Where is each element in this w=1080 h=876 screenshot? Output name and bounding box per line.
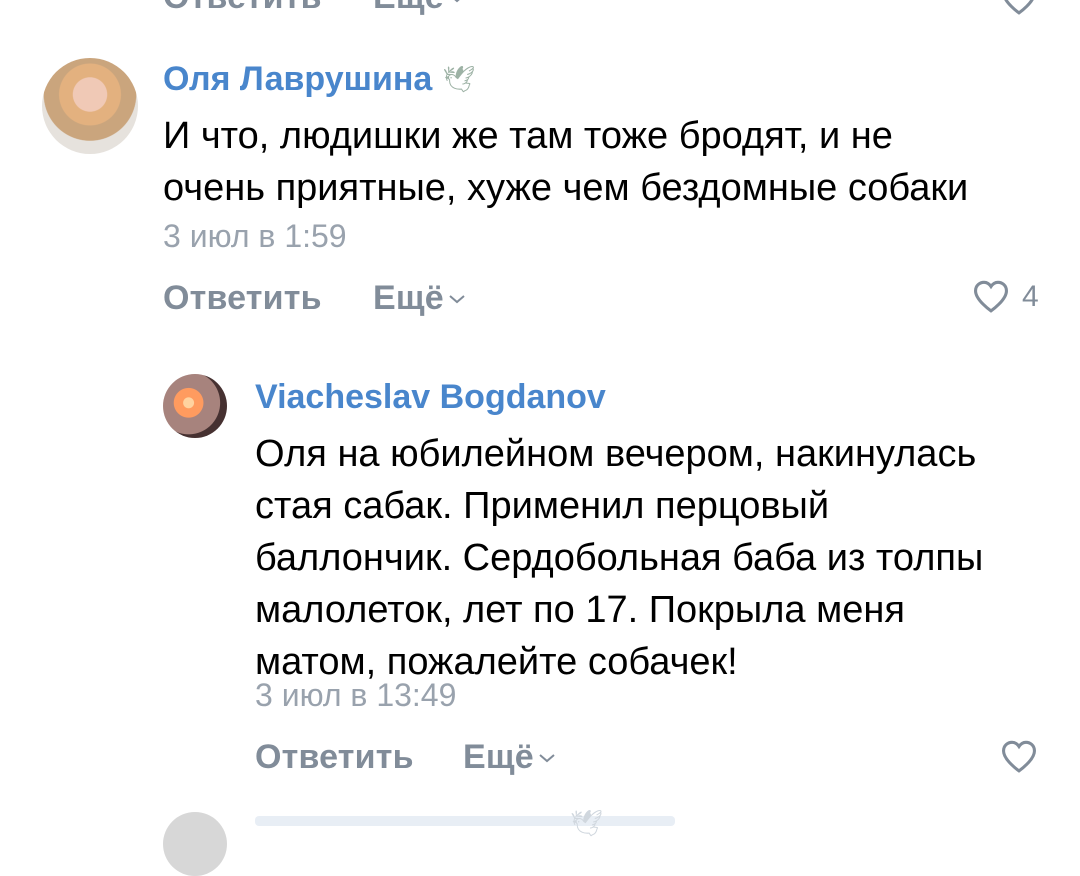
comment2-author[interactable]: Viacheslav Bogdanov [255, 378, 606, 417]
prev-heart-icon[interactable] [1000, 0, 1038, 16]
comment2-text-line: стая сабак. Применил перцовый [255, 485, 830, 527]
comment2-text-line: баллончик. Сердобольная баба из толпы [255, 537, 984, 579]
comment1-author[interactable]: Оля Лаврушина [163, 60, 432, 99]
comment2-more-button[interactable]: Ещё [463, 738, 556, 777]
chevron-down-icon [539, 753, 555, 762]
avatar-viacheslav[interactable] [163, 374, 227, 438]
comment1-text-line: очень приятные, хуже чем бездомные собак… [163, 167, 969, 209]
heart-icon [973, 280, 1009, 313]
prev-reply-button[interactable]: Ответить [163, 0, 322, 17]
comment2-timestamp: 3 июл в 13:49 [255, 677, 457, 713]
comment2-text: Оля на юбилейном вечером, накинулась ста… [255, 428, 1055, 688]
comment2-text-line: Оля на юбилейном вечером, накинулась [255, 433, 977, 475]
chevron-down-icon [454, 0, 459, 2]
comment1-more-button[interactable]: Ещё [373, 279, 466, 318]
comment1-like-button[interactable]: 4 [972, 280, 1039, 314]
chevron-down-icon [449, 294, 465, 303]
avatar-olya[interactable] [42, 58, 138, 154]
prev-more-label: Ещё [373, 0, 444, 17]
comment1-header: Оля Лаврушина 🕊 [163, 60, 475, 99]
prev-more-button[interactable]: Ещё [373, 0, 466, 17]
comment1-timestamp: 3 июл в 1:59 [163, 218, 347, 254]
comment2-reply-button[interactable]: Ответить [255, 738, 414, 777]
dove-icon: 🕊 [442, 64, 476, 94]
comment2-text-line: малолеток, лет по 17. Покрыла меня [255, 589, 905, 631]
comment2-heart-icon[interactable] [1000, 740, 1038, 774]
comment1-text: И что, людишки же там тоже бродят, и не … [163, 110, 1063, 214]
comment2-more-label: Ещё [463, 738, 534, 776]
comment1-like-count: 4 [1022, 280, 1039, 313]
comment1-reply-button[interactable]: Ответить [163, 279, 322, 318]
comment1-more-label: Ещё [373, 279, 444, 317]
avatar-next-comment[interactable] [163, 812, 227, 876]
comment1-text-line: И что, людишки же там тоже бродят, и не [163, 115, 893, 157]
next-comment-author-placeholder [255, 816, 675, 826]
dove-icon: 🕊 [570, 808, 604, 838]
